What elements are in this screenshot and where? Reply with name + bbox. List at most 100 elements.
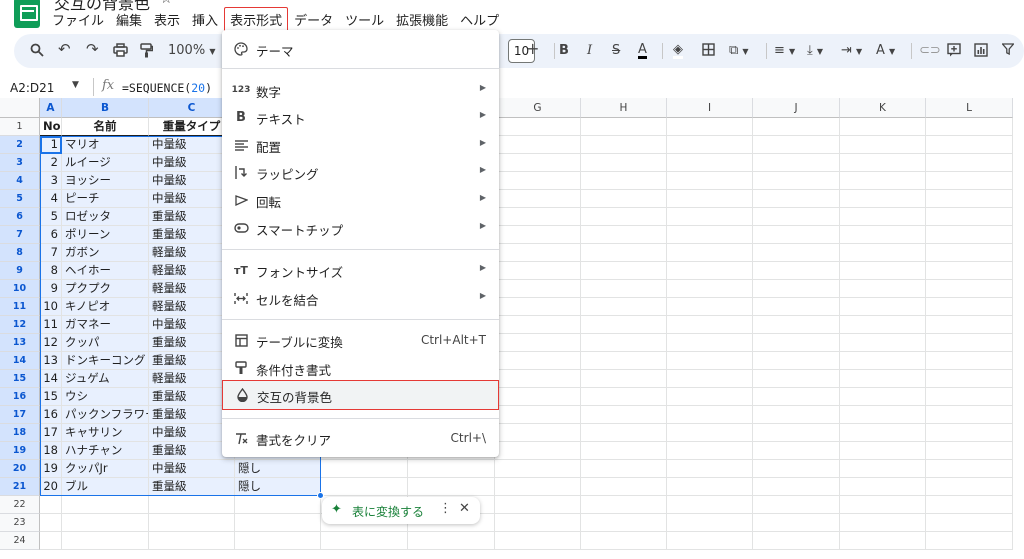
cell[interactable] [495,244,581,262]
sheets-logo-icon[interactable] [14,0,40,28]
cell[interactable] [495,316,581,334]
row-header[interactable]: 13 [0,334,40,352]
cell[interactable] [840,532,926,550]
cell-no[interactable]: 6 [40,226,62,244]
cell[interactable] [926,118,1013,136]
name-box[interactable]: A2:D21 [10,81,54,95]
row-header[interactable]: 2 [0,136,40,154]
cell[interactable] [926,388,1013,406]
cell[interactable] [840,136,926,154]
menu-insert[interactable]: 挿入 [186,7,224,32]
menu-extensions[interactable]: 拡張機能 [390,7,454,32]
cell[interactable] [495,280,581,298]
cell[interactable] [495,406,581,424]
cell-name[interactable]: マリオ [62,136,149,154]
insert-comment-icon[interactable] [947,43,961,57]
cell[interactable] [667,478,753,496]
cell-no[interactable]: 20 [40,478,62,496]
cell[interactable] [840,262,926,280]
bold-icon[interactable]: B [559,43,569,59]
search-icon[interactable] [30,43,44,57]
cell[interactable] [581,190,667,208]
cell[interactable] [581,370,667,388]
cell-no[interactable]: 10 [40,298,62,316]
cell[interactable] [753,316,840,334]
cell[interactable] [667,496,753,514]
cell[interactable] [495,460,581,478]
cell[interactable] [581,280,667,298]
cell-name[interactable]: ヨッシー [62,172,149,190]
cell[interactable] [926,298,1013,316]
cell[interactable] [62,496,149,514]
cell-name[interactable]: キャサリン [62,424,149,442]
row-header[interactable]: 8 [0,244,40,262]
cell[interactable] [926,334,1013,352]
cell[interactable] [581,442,667,460]
redo-icon[interactable]: ↷ [86,41,99,57]
cell[interactable] [840,370,926,388]
column-header-l[interactable]: L [926,98,1013,118]
chevron-down-icon[interactable]: ▼ [72,80,79,90]
row-header[interactable]: 15 [0,370,40,388]
cell[interactable] [753,190,840,208]
cell-no[interactable]: 9 [40,280,62,298]
cell[interactable] [495,334,581,352]
text-wrapping-icon[interactable]: ⇥ ▼ [841,43,862,60]
cell[interactable] [667,532,753,550]
row-header[interactable]: 21 [0,478,40,496]
cell[interactable] [926,226,1013,244]
cell-no[interactable]: 7 [40,244,62,262]
cell[interactable] [667,424,753,442]
row-header[interactable]: 7 [0,226,40,244]
cell[interactable] [495,478,581,496]
cell[interactable] [926,460,1013,478]
cell[interactable] [840,280,926,298]
row-header[interactable]: 5 [0,190,40,208]
cell[interactable] [840,460,926,478]
format-menu-rotate[interactable]: 回転 ▶ [222,187,499,213]
cell[interactable] [926,496,1013,514]
cell[interactable] [840,298,926,316]
cell-no[interactable]: 4 [40,190,62,208]
cell[interactable] [926,532,1013,550]
format-menu-theme[interactable]: テーマ [222,36,499,62]
text-color-icon[interactable]: A [638,43,647,59]
cell[interactable] [840,334,926,352]
cell[interactable] [581,424,667,442]
cell[interactable] [667,370,753,388]
row-header[interactable]: 1 [0,118,40,136]
menu-format[interactable]: 表示形式 [224,6,289,32]
cell-no[interactable]: 17 [40,424,62,442]
cell[interactable] [926,316,1013,334]
cell[interactable] [581,334,667,352]
cell[interactable] [40,532,62,550]
row-header[interactable]: 6 [0,208,40,226]
menu-tools[interactable]: ツール [339,7,390,32]
cell-hidden-flag[interactable]: 隠し [235,460,321,478]
format-menu-merge[interactable]: セルを結合 ▶ [222,285,499,311]
cell[interactable] [235,496,321,514]
cell-no[interactable]: 19 [40,460,62,478]
paint-format-icon[interactable] [140,43,153,58]
cell[interactable] [581,172,667,190]
cell[interactable] [753,370,840,388]
cell[interactable] [926,406,1013,424]
cell[interactable] [840,172,926,190]
horizontal-align-icon[interactable]: ≡ ▼ [774,43,795,60]
cell[interactable] [495,136,581,154]
cell[interactable] [667,460,753,478]
menu-edit[interactable]: 編集 [110,7,148,32]
menu-help[interactable]: ヘルプ [454,7,505,32]
cell-no[interactable]: 18 [40,442,62,460]
borders-icon[interactable] [702,43,715,56]
cell[interactable] [40,514,62,532]
cell[interactable] [753,154,840,172]
cell[interactable] [926,208,1013,226]
header-cell-name[interactable]: 名前 [62,118,149,136]
cell-no[interactable]: 1 [40,136,62,154]
cell[interactable] [495,262,581,280]
column-header-b[interactable]: B [62,98,149,118]
insert-link-icon[interactable]: ⊂⊃ [919,43,941,59]
cell[interactable] [753,118,840,136]
cell-type[interactable]: 重量級 [149,478,235,496]
